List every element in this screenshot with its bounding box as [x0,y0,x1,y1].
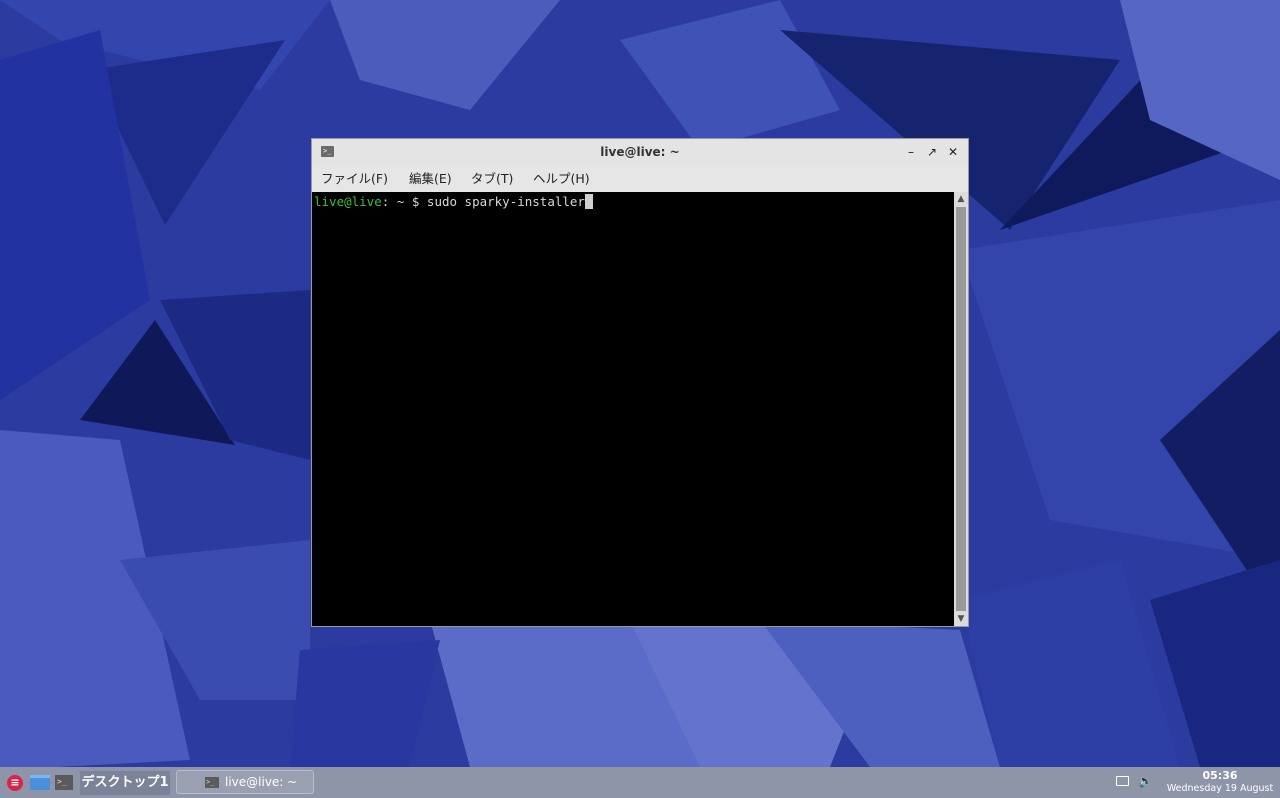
menu-help[interactable]: ヘルプ(H) [533,166,590,192]
folder-icon[interactable] [30,775,50,790]
clock-date[interactable]: Wednesday 19 August [1160,783,1280,796]
terminal-window[interactable]: >_ live@live: ~ – ↗ ✕ ファイル(F) 編集(E) タブ(T… [311,138,969,627]
menu-bar: ファイル(F) 編集(E) タブ(T) ヘルプ(H) [312,166,968,192]
command-space [419,194,427,209]
scrollbar[interactable]: ▲ ▼ [954,192,968,626]
terminal-area[interactable]: live@live: ~ $ sudo sparky-installer [312,192,954,626]
title-bar[interactable]: >_ live@live: ~ – ↗ ✕ [312,139,968,166]
taskbar: ≡ >_ デスクトップ1 >_ live@live: ~ 🔈 05:36 Wed… [0,767,1280,798]
terminal-icon: >_ [205,777,219,788]
close-button[interactable]: ✕ [945,144,961,160]
clock-time[interactable]: 05:36 [1160,769,1280,783]
text-cursor [584,194,593,209]
maximize-button[interactable]: ↗ [924,144,940,160]
menu-tabs[interactable]: タブ(T) [471,166,513,192]
terminal-prompt-line: live@live: ~ $ sudo sparky-installer [314,194,593,210]
prompt-user: live@live [314,194,382,209]
window-title: live@live: ~ [600,145,680,159]
scroll-down-arrow-icon[interactable]: ▼ [954,612,968,626]
prompt-symbol [404,194,412,209]
display-icon[interactable] [1116,776,1129,786]
volume-icon[interactable]: 🔈 [1138,773,1154,789]
scroll-thumb[interactable] [956,207,966,611]
minimize-button[interactable]: – [903,144,919,160]
app-menu-icon[interactable]: ≡ [7,775,23,791]
command-text: sudo sparky-installer [426,194,585,209]
menu-file[interactable]: ファイル(F) [321,166,388,192]
scroll-up-arrow-icon[interactable]: ▲ [954,192,968,206]
prompt-directory [389,194,397,209]
menu-edit[interactable]: 編集(E) [409,166,452,192]
taskbar-window-label: live@live: ~ [225,775,298,789]
taskbar-window-button[interactable]: >_ live@live: ~ [176,770,314,794]
desktop-switcher[interactable]: デスクトップ1 [80,771,170,795]
terminal-launcher-icon[interactable]: >_ [55,775,73,790]
